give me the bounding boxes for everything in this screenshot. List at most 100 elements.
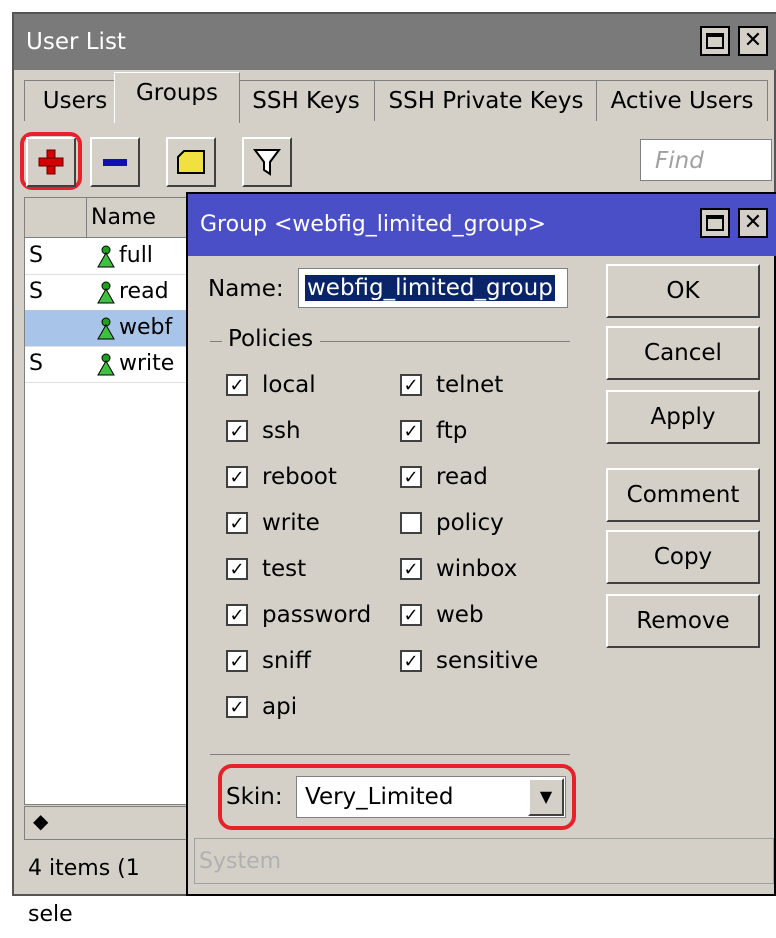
tab-ssh-private-keys[interactable]: SSH Private Keys <box>374 80 598 121</box>
policy-label: test <box>262 556 307 582</box>
cancel-button[interactable]: Cancel <box>606 326 760 380</box>
policy-checkbox-sensitive[interactable]: ✓ sensitive <box>400 648 538 674</box>
horizontal-scrollbar[interactable]: ◆ <box>24 806 190 840</box>
tab-users[interactable]: Users <box>24 80 126 121</box>
policy-label: password <box>262 602 372 628</box>
ok-button[interactable]: OK <box>606 264 760 318</box>
policy-label: policy <box>436 510 504 536</box>
list-status: 4 items (1 sele <box>28 856 140 927</box>
comment-button[interactable] <box>166 137 216 187</box>
group-icon <box>97 245 115 268</box>
checkbox-icon[interactable]: ✓ <box>226 650 248 672</box>
policy-checkbox-ftp[interactable]: ✓ ftp <box>400 418 467 444</box>
tab-groups[interactable]: Groups <box>114 72 240 123</box>
skin-label: Skin: <box>226 784 283 810</box>
maximize-button[interactable] <box>700 26 730 56</box>
row-name: write <box>95 346 174 382</box>
dialog-maximize-button[interactable] <box>700 208 730 238</box>
copy-button[interactable]: Copy <box>606 530 760 584</box>
checkbox-icon[interactable]: ✓ <box>226 604 248 626</box>
policy-checkbox-write[interactable]: ✓ write <box>226 510 320 536</box>
name-label: Name: <box>208 276 284 302</box>
row-name: webf <box>95 310 172 346</box>
chevron-down-icon: ▼ <box>539 787 553 806</box>
checkbox-icon[interactable]: ✓ <box>400 558 422 580</box>
column-header-flags[interactable] <box>25 198 87 238</box>
row-flag: S <box>29 243 43 268</box>
policy-label: reboot <box>262 464 337 490</box>
row-flag: S <box>29 351 43 376</box>
note-icon <box>177 150 205 174</box>
name-input[interactable]: webfig_limited_group <box>298 268 568 308</box>
checkbox-icon[interactable]: ✓ <box>226 558 248 580</box>
column-header-name[interactable]: Name <box>87 198 191 238</box>
policy-checkbox-local[interactable]: ✓ local <box>226 372 316 398</box>
policy-checkbox-read[interactable]: ✓ read <box>400 464 488 490</box>
row-name-text: webf <box>119 315 173 340</box>
policy-label: winbox <box>436 556 518 582</box>
tab-ssh-keys[interactable]: SSH Keys <box>236 80 376 121</box>
skin-select[interactable]: Very_Limited <box>296 776 566 818</box>
apply-button[interactable]: Apply <box>606 390 760 444</box>
table-row[interactable]: webf <box>25 310 191 347</box>
group-icon <box>97 353 115 376</box>
policy-checkbox-reboot[interactable]: ✓ reboot <box>226 464 337 490</box>
checkbox-icon[interactable]: ✓ <box>226 512 248 534</box>
checkbox-icon[interactable]: ✓ <box>226 696 248 718</box>
table-row[interactable]: Swrite <box>25 346 191 383</box>
group-icon <box>97 317 115 340</box>
policy-checkbox-test[interactable]: ✓ test <box>226 556 306 582</box>
policy-label: local <box>262 372 316 398</box>
policy-checkbox-winbox[interactable]: ✓ winbox <box>400 556 517 582</box>
table-row[interactable]: Sread <box>25 274 191 311</box>
table-row[interactable]: Sfull <box>25 238 191 275</box>
checkbox-icon[interactable]: ✓ <box>226 420 248 442</box>
add-button[interactable] <box>26 137 76 187</box>
remove-button[interactable] <box>90 137 140 187</box>
comment-dialog-button[interactable]: Comment <box>606 468 760 522</box>
name-value: webfig_limited_group <box>305 275 555 301</box>
filter-icon <box>253 149 281 176</box>
skin-dropdown-button[interactable]: ▼ <box>528 778 564 816</box>
row-name: read <box>95 274 169 310</box>
policy-checkbox-policy[interactable]: policy <box>400 510 504 536</box>
policy-checkbox-password[interactable]: ✓ password <box>226 602 371 628</box>
policy-label: read <box>436 464 488 490</box>
checkbox-icon[interactable]: ✓ <box>400 374 422 396</box>
policy-checkbox-telnet[interactable]: ✓ telnet <box>400 372 503 398</box>
checkbox-icon[interactable]: ✓ <box>400 650 422 672</box>
close-button[interactable]: ✕ <box>738 26 768 56</box>
policy-checkbox-api[interactable]: ✓ api <box>226 694 297 720</box>
find-input[interactable]: Find <box>640 139 772 181</box>
policy-label: web <box>436 602 484 628</box>
policy-label: write <box>262 510 320 536</box>
policy-checkbox-ssh[interactable]: ✓ ssh <box>226 418 301 444</box>
minus-icon <box>103 159 127 166</box>
checkbox-icon[interactable]: ✓ <box>400 466 422 488</box>
checkbox-icon[interactable]: ✓ <box>226 374 248 396</box>
close-icon: ✕ <box>743 28 763 53</box>
checkbox-icon[interactable]: ✓ <box>400 604 422 626</box>
group-list: Name Sfull Sread webf Swrite <box>24 197 191 805</box>
row-flag: S <box>29 279 43 304</box>
scroll-left-icon[interactable]: ◆ <box>33 809 48 833</box>
remove-dialog-button[interactable]: Remove <box>606 594 760 648</box>
tab-active-users[interactable]: Active Users <box>596 80 768 121</box>
checkbox-icon[interactable]: ✓ <box>226 466 248 488</box>
maximize-icon <box>706 215 724 231</box>
divider <box>210 754 570 755</box>
policy-label: sniff <box>262 648 311 674</box>
dialog-title: Group <webfig_limited_group> <box>188 194 776 256</box>
row-name-text: full <box>119 243 153 268</box>
policy-label: sensitive <box>436 648 539 674</box>
window-title: User List <box>14 14 776 70</box>
policy-checkbox-sniff[interactable]: ✓ sniff <box>226 648 311 674</box>
checkbox-icon[interactable]: ✓ <box>400 420 422 442</box>
checkbox-icon[interactable] <box>400 512 422 534</box>
policy-label: ftp <box>436 418 468 444</box>
plus-icon <box>38 149 64 175</box>
dialog-close-button[interactable]: ✕ <box>738 208 768 238</box>
maximize-icon <box>706 33 724 49</box>
policy-checkbox-web[interactable]: ✓ web <box>400 602 484 628</box>
filter-button[interactable] <box>242 137 292 187</box>
